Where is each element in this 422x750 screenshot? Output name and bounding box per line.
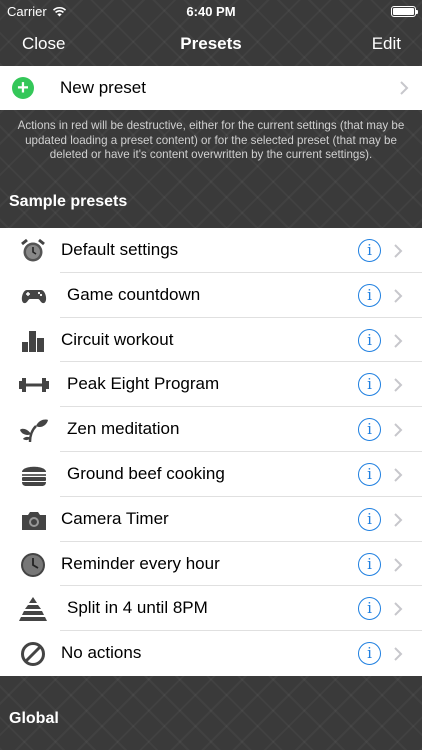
- info-icon[interactable]: i: [358, 283, 381, 307]
- info-icon[interactable]: i: [358, 507, 381, 531]
- preset-label: Split in 4 until 8PM: [67, 598, 208, 618]
- info-icon[interactable]: i: [358, 552, 381, 576]
- info-icon[interactable]: i: [358, 239, 381, 262]
- sprout-icon: [20, 419, 48, 443]
- alarm-clock-icon: [21, 238, 45, 262]
- chevron-right-icon: [394, 513, 403, 527]
- preset-row-game-countdown[interactable]: Game countdown i: [0, 272, 422, 318]
- dumbbell-icon: [19, 378, 49, 393]
- preset-label: Game countdown: [67, 284, 201, 304]
- preset-label: Ground beef cooking: [67, 463, 225, 483]
- pyramid-icon: [19, 597, 47, 622]
- chevron-right-icon: [394, 244, 403, 258]
- add-icon: +: [12, 77, 34, 99]
- info-icon[interactable]: i: [358, 642, 381, 666]
- info-icon[interactable]: i: [358, 418, 381, 442]
- battery-icon: [391, 5, 418, 17]
- info-icon[interactable]: i: [358, 597, 381, 621]
- preset-label: Reminder every hour: [61, 553, 220, 573]
- preset-label: Camera Timer: [61, 508, 169, 528]
- bar-blocks-icon: [22, 330, 44, 352]
- chevron-right-icon: [394, 333, 403, 348]
- camera-icon: [22, 511, 46, 530]
- preset-row-reminder-every-hour[interactable]: Reminder every hour i: [0, 541, 422, 587]
- preset-row-ground-beef-cooking[interactable]: Ground beef cooking i: [0, 451, 422, 497]
- preset-row-camera-timer[interactable]: Camera Timer i: [0, 496, 422, 542]
- new-preset-label: New preset: [60, 78, 146, 97]
- close-button[interactable]: Close: [22, 34, 65, 54]
- info-icon[interactable]: i: [358, 373, 381, 397]
- status-time: 6:40 PM: [186, 3, 236, 19]
- edit-button[interactable]: Edit: [372, 34, 401, 54]
- nav-bar: Close Presets Edit: [0, 22, 422, 66]
- new-preset-row[interactable]: + New preset: [0, 66, 422, 110]
- preset-row-peak-eight-program[interactable]: Peak Eight Program i: [0, 362, 422, 408]
- preset-row-default-settings[interactable]: Default settings i: [0, 228, 422, 273]
- info-icon[interactable]: i: [358, 462, 381, 486]
- chevron-right-icon: [394, 378, 403, 393]
- status-bar: Carrier 6:40 PM: [0, 0, 422, 22]
- prohibited-icon: [21, 642, 45, 667]
- chevron-right-icon: [394, 468, 403, 482]
- chevron-right-icon: [394, 289, 403, 303]
- preset-label: No actions: [61, 643, 142, 663]
- clock-icon: [21, 552, 45, 577]
- preset-label: Default settings: [61, 240, 179, 259]
- info-icon[interactable]: i: [358, 328, 381, 352]
- chevron-right-icon: [394, 423, 403, 437]
- chevron-right-icon: [400, 81, 409, 95]
- burger-icon: [22, 466, 46, 486]
- presets-list: Default settings i Game countdown i Circ…: [0, 228, 422, 676]
- section-header-sample: Sample presets: [9, 193, 128, 210]
- chevron-right-icon: [394, 647, 403, 661]
- preset-label: Circuit workout: [61, 329, 174, 349]
- destructive-actions-note: Actions in red will be destructive, eith…: [17, 119, 405, 161]
- preset-row-circuit-workout[interactable]: Circuit workout i: [0, 317, 422, 363]
- battery-fill: [393, 7, 414, 15]
- section-header-global: Global: [9, 710, 59, 727]
- chevron-right-icon: [394, 602, 403, 617]
- preset-label: Zen meditation: [67, 419, 180, 439]
- gamepad-icon: [21, 289, 47, 303]
- preset-row-no-actions[interactable]: No actions i: [0, 631, 422, 676]
- preset-row-split-in-4[interactable]: Split in 4 until 8PM i: [0, 586, 422, 632]
- preset-row-zen-meditation[interactable]: Zen meditation i: [0, 407, 422, 452]
- preset-label: Peak Eight Program: [67, 374, 220, 394]
- chevron-right-icon: [394, 557, 403, 572]
